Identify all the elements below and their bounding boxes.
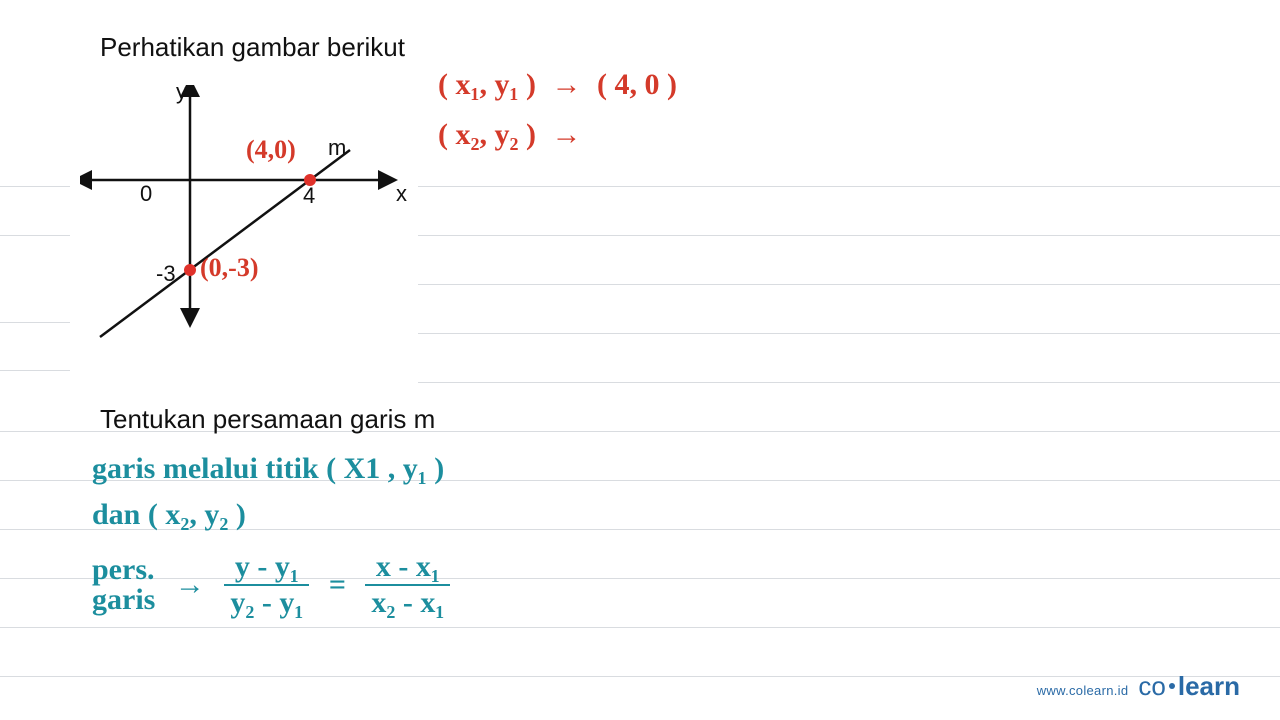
blue-line-1: garis melalui titik ( X1 , y₁ ) bbox=[92, 452, 444, 486]
fraction-1: y - y₁ y₂ - y₁ bbox=[224, 552, 309, 618]
arrow-right-icon: → bbox=[175, 568, 205, 601]
arrow-right-icon: → bbox=[551, 118, 581, 151]
ann-point-a: (4,0) bbox=[246, 135, 296, 165]
rule bbox=[0, 627, 1280, 628]
frac2-den: x₂ - x₁ bbox=[365, 586, 450, 618]
rule bbox=[418, 382, 1280, 383]
coordinate-plane: y x 0 4 -3 m (4,0) (0,-3) bbox=[80, 85, 420, 345]
brand-part-a: co bbox=[1138, 671, 1165, 701]
brand-logo: colearn bbox=[1138, 671, 1240, 702]
problem-prompt-bottom: Tentukan persamaan garis m bbox=[100, 404, 435, 435]
equals: = bbox=[329, 568, 346, 601]
p1-rhs: ( 4, 0 ) bbox=[597, 68, 677, 101]
ann-point-b: (0,-3) bbox=[200, 253, 258, 283]
rule bbox=[0, 235, 70, 236]
footer-brand: www.colearn.id colearn bbox=[1037, 671, 1240, 702]
rule bbox=[418, 235, 1280, 236]
origin-label: 0 bbox=[140, 181, 152, 207]
rule bbox=[0, 186, 70, 187]
problem-prompt-top: Perhatikan gambar berikut bbox=[100, 32, 405, 63]
pers-label-bot: garis bbox=[92, 585, 155, 615]
p2-lhs: ( x₂, y₂ ) bbox=[438, 118, 536, 151]
y-tick-neg3: -3 bbox=[156, 261, 176, 287]
dot-icon bbox=[1169, 683, 1175, 689]
footer-url: www.colearn.id bbox=[1037, 683, 1129, 698]
p1-lhs: ( x₁, y₁ ) bbox=[438, 68, 536, 101]
point-0-neg3 bbox=[184, 264, 196, 276]
red-note-1: ( x₁, y₁ ) → ( 4, 0 ) bbox=[438, 68, 677, 102]
rule bbox=[0, 370, 70, 371]
x-axis-label: x bbox=[396, 181, 407, 207]
pers-label-top: pers. bbox=[92, 555, 155, 585]
frac1-den: y₂ - y₁ bbox=[224, 586, 309, 618]
arrow-right-icon: → bbox=[551, 68, 581, 101]
y-axis-label: y bbox=[176, 79, 187, 105]
rule bbox=[418, 186, 1280, 187]
rule bbox=[0, 322, 70, 323]
axes-svg bbox=[80, 85, 420, 345]
frac2-num: x - x₁ bbox=[365, 552, 450, 586]
fraction-2: x - x₁ x₂ - x₁ bbox=[365, 552, 450, 618]
blue-line-2: dan ( x₂, y₂ ) bbox=[92, 498, 246, 532]
frac1-num: y - y₁ bbox=[224, 552, 309, 586]
point-4-0 bbox=[304, 174, 316, 186]
whiteboard: Perhatikan gambar berikut Tentukan persa… bbox=[0, 0, 1280, 720]
line-m-label: m bbox=[328, 135, 346, 161]
blue-equation: pers. garis → y - y₁ y₂ - y₁ = x - x₁ x₂… bbox=[92, 552, 456, 618]
red-note-2: ( x₂, y₂ ) → bbox=[438, 118, 589, 152]
brand-part-b: learn bbox=[1178, 671, 1240, 701]
rule bbox=[418, 284, 1280, 285]
rule bbox=[418, 333, 1280, 334]
x-tick-4: 4 bbox=[303, 183, 315, 209]
